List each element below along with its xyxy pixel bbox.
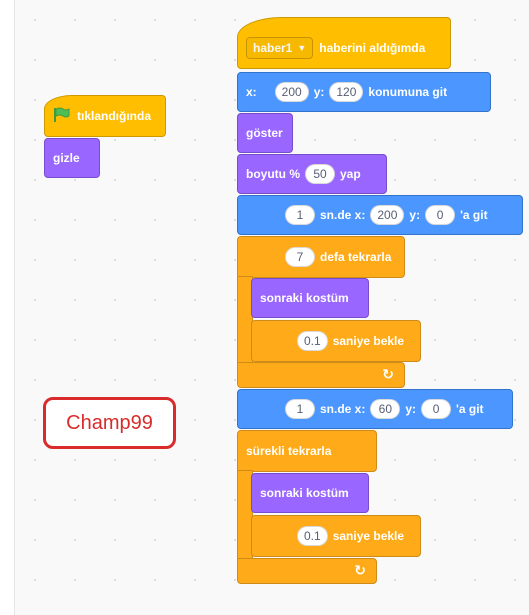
- glide2-y-label: y:: [405, 402, 417, 416]
- wait-block-1[interactable]: 0.1 saniye bekle: [251, 320, 421, 362]
- glide2-seconds-input[interactable]: 1: [285, 399, 315, 419]
- code-workspace[interactable]: tıklandığında gizle haber1 ▼ haberini al…: [14, 0, 529, 615]
- next-costume-label-2: sonraki kostüm: [260, 486, 349, 500]
- glide1-y-label: y:: [409, 208, 421, 222]
- wait2-input[interactable]: 0.1: [297, 526, 328, 546]
- repeat-header[interactable]: 7 defa tekrarla: [237, 236, 405, 278]
- goto-suffix-label: konumuna git: [368, 85, 448, 99]
- goto-xy-block[interactable]: x: 200 y: 120 konumuna git: [237, 72, 491, 112]
- wait1-label: saniye bekle: [332, 334, 405, 348]
- set-size-block[interactable]: boyutu % 50 yap: [237, 154, 387, 194]
- forever-loop-arrow-icon: ↻: [354, 562, 366, 578]
- goto-x-label: x:: [246, 85, 257, 99]
- forever-footer: ↻: [237, 558, 377, 584]
- glide1-x-input[interactable]: 200: [370, 205, 405, 225]
- when-flag-clicked-block[interactable]: tıklandığında: [44, 95, 166, 137]
- wait1-input[interactable]: 0.1: [297, 331, 328, 351]
- show-block[interactable]: göster: [237, 113, 293, 153]
- glide2-x-input[interactable]: 60: [370, 399, 401, 419]
- repeat-count-input[interactable]: 7: [285, 247, 315, 267]
- repeat-loop-arrow-icon: ↻: [382, 366, 394, 382]
- next-costume-label-1: sonraki kostüm: [260, 291, 349, 305]
- set-size-suffix: yap: [340, 167, 361, 181]
- set-size-prefix: boyutu %: [246, 167, 300, 181]
- glide1-mid-label: sn.de x:: [320, 208, 366, 222]
- message-dropdown[interactable]: haber1 ▼: [246, 37, 314, 59]
- show-label: göster: [246, 126, 283, 140]
- goto-y-input[interactable]: 120: [329, 82, 364, 102]
- wait-block-2[interactable]: 0.1 saniye bekle: [251, 515, 421, 557]
- goto-y-label: y:: [313, 85, 325, 99]
- repeat-label: defa tekrarla: [320, 250, 392, 264]
- glide1-y-input[interactable]: 0: [425, 205, 456, 225]
- next-costume-block-1[interactable]: sonraki kostüm: [251, 278, 369, 318]
- chevron-down-icon: ▼: [297, 43, 307, 53]
- green-flag-icon: [53, 107, 71, 126]
- forever-label: sürekli tekrarla: [246, 444, 332, 458]
- hide-label: gizle: [53, 151, 80, 165]
- watermark-text: Champ99: [66, 411, 153, 434]
- when-flag-clicked-label: tıklandığında: [77, 109, 152, 123]
- glide2-mid-label: sn.de x:: [320, 402, 366, 416]
- glide2-suffix: 'a git: [456, 402, 484, 416]
- wait2-label: saniye bekle: [332, 529, 405, 543]
- champ99-watermark: Champ99: [43, 397, 176, 449]
- forever-header[interactable]: sürekli tekrarla: [237, 430, 377, 472]
- goto-x-input[interactable]: 200: [274, 82, 309, 102]
- size-input[interactable]: 50: [305, 164, 335, 184]
- repeat-footer: ↻: [237, 362, 405, 388]
- glide-block-2[interactable]: 1 sn.de x: 60 y: 0 'a git: [237, 389, 513, 429]
- glide1-seconds-input[interactable]: 1: [285, 205, 315, 225]
- hide-block[interactable]: gizle: [44, 138, 100, 178]
- when-i-receive-label: haberini aldığımda: [319, 41, 426, 55]
- glide2-y-input[interactable]: 0: [421, 399, 452, 419]
- next-costume-block-2[interactable]: sonraki kostüm: [251, 473, 369, 513]
- when-i-receive-block[interactable]: haber1 ▼ haberini aldığımda: [237, 17, 451, 69]
- glide1-suffix: 'a git: [460, 208, 488, 222]
- glide-block-1[interactable]: 1 sn.de x: 200 y: 0 'a git: [237, 195, 523, 235]
- message-dropdown-value: haber1: [253, 41, 293, 55]
